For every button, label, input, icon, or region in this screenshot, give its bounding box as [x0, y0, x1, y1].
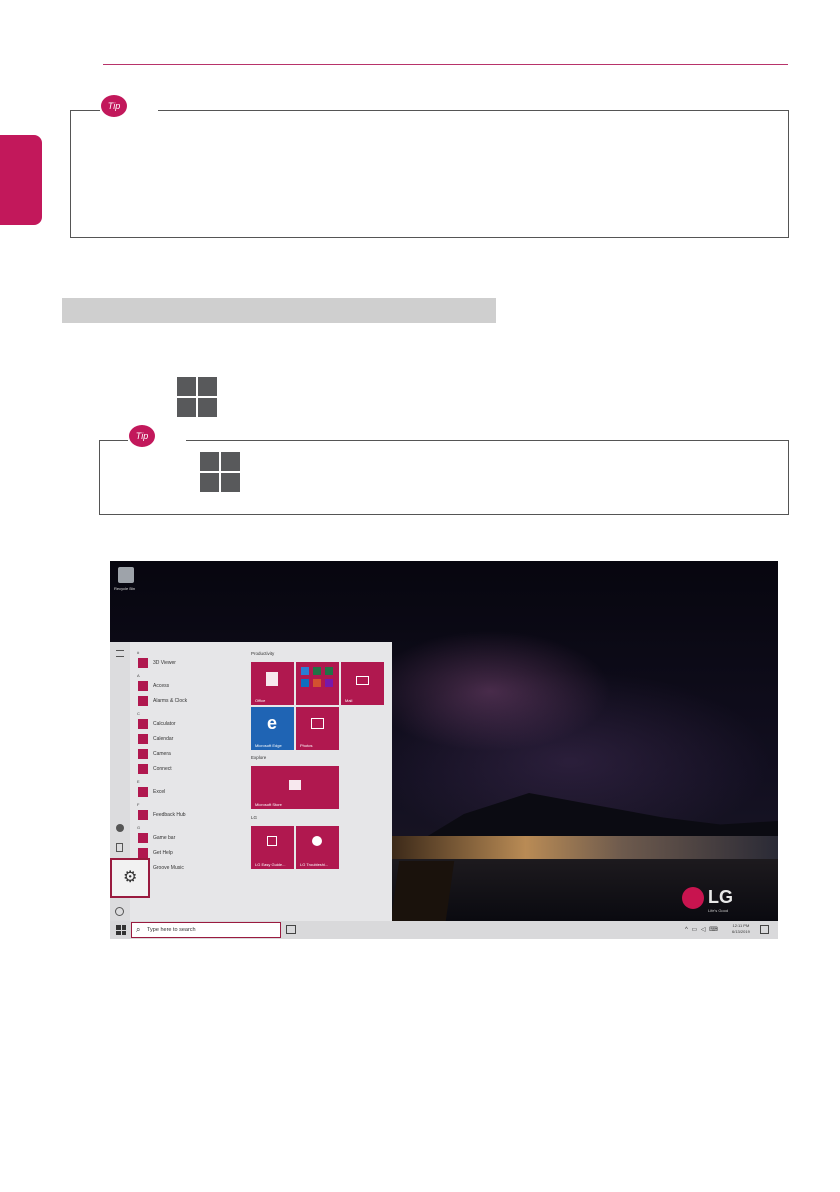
app-list-letter-header[interactable]: F [137, 802, 139, 807]
app-list-letter-header[interactable]: G [137, 825, 140, 830]
tile-label: Photos [300, 743, 313, 748]
office-icon [266, 672, 278, 686]
app-icon [138, 764, 148, 774]
app-list-item[interactable]: Access [153, 683, 169, 689]
powerpoint-icon [313, 679, 321, 687]
tile-office[interactable]: Office [251, 662, 294, 705]
app-icon [138, 681, 148, 691]
documents-icon[interactable] [116, 843, 123, 852]
clock-date: 6/13/2019 [732, 929, 750, 934]
tile-label: LG Troubleshi... [300, 862, 329, 867]
tile-label: Microsoft Store [255, 802, 282, 807]
tile-photos[interactable]: Photos [296, 707, 339, 750]
excel-icon [325, 667, 333, 675]
tile-label: Office [255, 698, 266, 703]
lg-easy-guide-icon [267, 836, 277, 846]
store-icon [289, 780, 301, 790]
user-avatar-icon[interactable] [116, 824, 124, 832]
recycle-bin-label: Recycle Bin [114, 586, 136, 591]
section-header-bar [62, 298, 496, 323]
app-icon [138, 749, 148, 759]
windows-desktop-screenshot: Recycle Bin LG Life's Good #3D Viewer A Ac… [110, 561, 778, 939]
tip-box-1 [70, 110, 789, 238]
app-list-item[interactable]: 3D Viewer [153, 660, 176, 666]
start-menu: #3D Viewer A Access Alarms & Clock C Calculat… [110, 642, 392, 921]
app-list-item[interactable]: Connect [153, 766, 172, 772]
tile-mail[interactable]: Mail [341, 662, 384, 705]
edge-icon: e [266, 713, 277, 733]
search-placeholder: Type here to search [147, 927, 196, 933]
tile-edge[interactable]: e Microsoft Edge [251, 707, 294, 750]
tip-badge-1: Tip [101, 95, 127, 117]
tile-label: Microsoft Edge [255, 743, 282, 748]
tile-lg-troubleshooting[interactable]: LG Troubleshi... [296, 826, 339, 869]
app-list-item[interactable]: Feedback Hub [153, 812, 186, 818]
group-lg: LG [251, 815, 258, 820]
app-list-letter-header[interactable]: E [137, 779, 140, 784]
settings-button[interactable]: ⚙ [110, 858, 150, 898]
app-list-item[interactable]: Excel [153, 789, 165, 795]
tile-label: LG Easy Guide... [255, 862, 286, 867]
gear-icon: ⚙ [123, 869, 138, 886]
tip-badge-2: Tip [129, 425, 155, 447]
lg-logo-text: LG [708, 887, 733, 907]
side-chapter-tab [0, 135, 42, 225]
group-explore: Explore [251, 755, 267, 760]
app-icon [138, 833, 148, 843]
system-tray-icons[interactable]: ^ ▭ ◁ ⌨ [685, 926, 719, 933]
app-icon [138, 696, 148, 706]
windows-logo-icon [177, 377, 217, 417]
lg-logo-icon [682, 887, 704, 909]
onedrive-icon [301, 679, 309, 687]
app-list-item[interactable]: Camera [153, 751, 171, 757]
onenote-icon [325, 679, 333, 687]
wallpaper-dock [390, 861, 455, 921]
taskbar-clock[interactable]: 12:11 PM 6/13/2019 [732, 923, 750, 935]
app-list-letter-header[interactable]: # [137, 650, 139, 655]
app-list-item[interactable]: Calculator [153, 721, 176, 727]
app-icon [138, 658, 148, 668]
task-view-icon[interactable] [286, 925, 296, 934]
group-productivity: Productivity [251, 651, 275, 656]
app-icon [138, 810, 148, 820]
taskbar: ⌕ Type here to search ^ ▭ ◁ ⌨ 12:11 PM 6… [110, 921, 778, 939]
app-list-item[interactable]: Game bar [153, 835, 175, 841]
start-button[interactable] [116, 925, 126, 935]
app-icon [138, 719, 148, 729]
app-list-item[interactable]: Alarms & Clock [153, 698, 187, 704]
notification-center-icon[interactable] [760, 925, 769, 934]
app-icon [138, 848, 148, 858]
lg-tagline: Life's Good [708, 908, 729, 913]
search-icon: ⌕ [136, 925, 141, 934]
recycle-bin-icon[interactable] [118, 567, 134, 583]
app-list-letter-header[interactable]: C [137, 711, 140, 716]
tile-label: Mail [345, 698, 353, 703]
tile-lg-easy-guide[interactable]: LG Easy Guide... [251, 826, 294, 869]
tile-store[interactable]: Microsoft Store [251, 766, 339, 809]
app-list-item[interactable]: Get Help [153, 850, 173, 856]
hamburger-menu-icon[interactable] [116, 650, 124, 657]
app-list-item[interactable]: Calendar [153, 736, 173, 742]
power-icon[interactable] [115, 907, 124, 916]
app-list-letter-header[interactable]: A [137, 673, 140, 678]
app-icon [138, 734, 148, 744]
taskbar-search-box[interactable]: ⌕ Type here to search [131, 922, 281, 938]
photos-icon [311, 718, 324, 729]
lg-troubleshooting-icon [312, 836, 322, 846]
excel-icon [313, 667, 321, 675]
windows-logo-icon [200, 452, 240, 492]
mail-icon [356, 676, 369, 685]
tile-office-apps-group[interactable] [296, 662, 339, 705]
app-icon [138, 787, 148, 797]
word-icon [301, 667, 309, 675]
app-list-item[interactable]: Groove Music [153, 865, 184, 871]
page-header-rule [103, 64, 788, 65]
